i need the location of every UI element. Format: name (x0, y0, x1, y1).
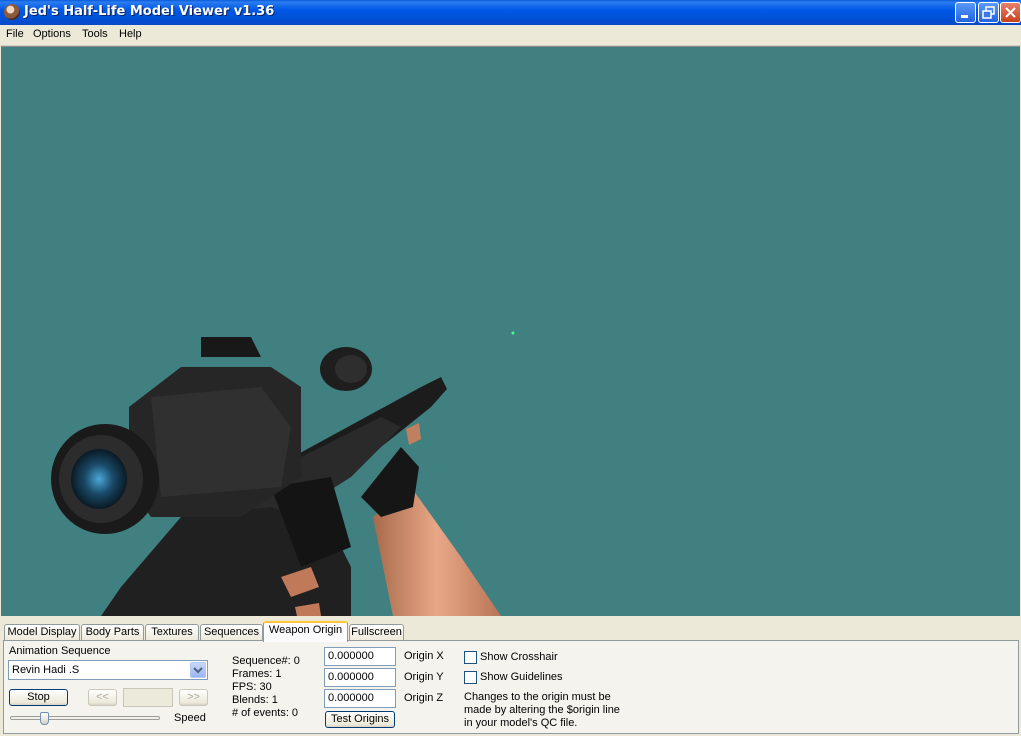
close-icon (1005, 7, 1016, 18)
blends-count: Blends: 1 (232, 694, 278, 706)
tab-weapon-origin[interactable]: Weapon Origin (263, 621, 348, 642)
origin-y-label: Origin Y (404, 671, 444, 683)
origin-y-field[interactable]: 0.000000 (324, 668, 396, 687)
test-origins-button[interactable]: Test Origins (325, 711, 395, 728)
animation-sequence-select[interactable]: Revin Hadi .S (8, 660, 208, 680)
sequence-number: Sequence#: 0 (232, 655, 300, 667)
prev-frame-button[interactable]: << (88, 689, 117, 706)
speed-label: Speed (174, 712, 206, 724)
control-panel: Model Display Body Parts Textures Sequen… (0, 616, 1021, 736)
show-guidelines-checkbox[interactable] (464, 671, 477, 684)
tab-model-display[interactable]: Model Display (4, 624, 80, 641)
animation-sequence-value: Revin Hadi .S (12, 664, 80, 676)
minimize-button[interactable] (955, 2, 976, 23)
restore-icon (982, 6, 995, 19)
window-title: Jed's Half-Life Model Viewer v1.36 (24, 4, 275, 19)
origin-note-line2: made by altering the $origin line (464, 704, 620, 716)
show-guidelines-label[interactable]: Show Guidelines (480, 671, 563, 683)
frame-field[interactable] (123, 688, 173, 707)
fps-value: FPS: 30 (232, 681, 272, 693)
tab-fullscreen[interactable]: Fullscreen (349, 624, 404, 641)
show-crosshair-label[interactable]: Show Crosshair (480, 651, 558, 663)
origin-note-line1: Changes to the origin must be (464, 691, 611, 703)
origin-z-label: Origin Z (404, 692, 444, 704)
tab-body-parts[interactable]: Body Parts (81, 624, 144, 641)
origin-x-label: Origin X (404, 650, 444, 662)
speed-slider-track[interactable] (10, 716, 160, 720)
frames-count: Frames: 1 (232, 668, 282, 680)
origin-z-field[interactable]: 0.000000 (324, 689, 396, 708)
restore-button[interactable] (978, 2, 999, 23)
menu-file[interactable]: File (6, 28, 24, 40)
tab-textures[interactable]: Textures (145, 624, 199, 641)
app-icon[interactable] (4, 4, 20, 20)
minimize-icon (961, 15, 968, 18)
speed-slider-thumb[interactable] (40, 712, 49, 725)
title-bar[interactable]: Jed's Half-Life Model Viewer v1.36 (0, 0, 1021, 25)
events-count: # of events: 0 (232, 707, 299, 719)
weapon-model-render (51, 331, 515, 616)
menu-options[interactable]: Options (33, 28, 71, 40)
stop-button[interactable]: Stop (9, 689, 68, 706)
menu-bar: File Options Tools Help (0, 25, 1021, 46)
show-crosshair-checkbox[interactable] (464, 651, 477, 664)
menu-help[interactable]: Help (119, 28, 142, 40)
origin-note-line3: in your model's QC file. (464, 717, 578, 729)
tab-sequences[interactable]: Sequences (200, 624, 263, 641)
model-viewport[interactable] (1, 46, 1020, 616)
animation-sequence-label: Animation Sequence (9, 645, 111, 657)
close-button[interactable] (1000, 2, 1021, 23)
chevron-down-icon[interactable] (190, 662, 206, 678)
next-frame-button[interactable]: >> (179, 689, 208, 706)
menu-tools[interactable]: Tools (82, 28, 108, 40)
origin-x-field[interactable]: 0.000000 (324, 647, 396, 666)
